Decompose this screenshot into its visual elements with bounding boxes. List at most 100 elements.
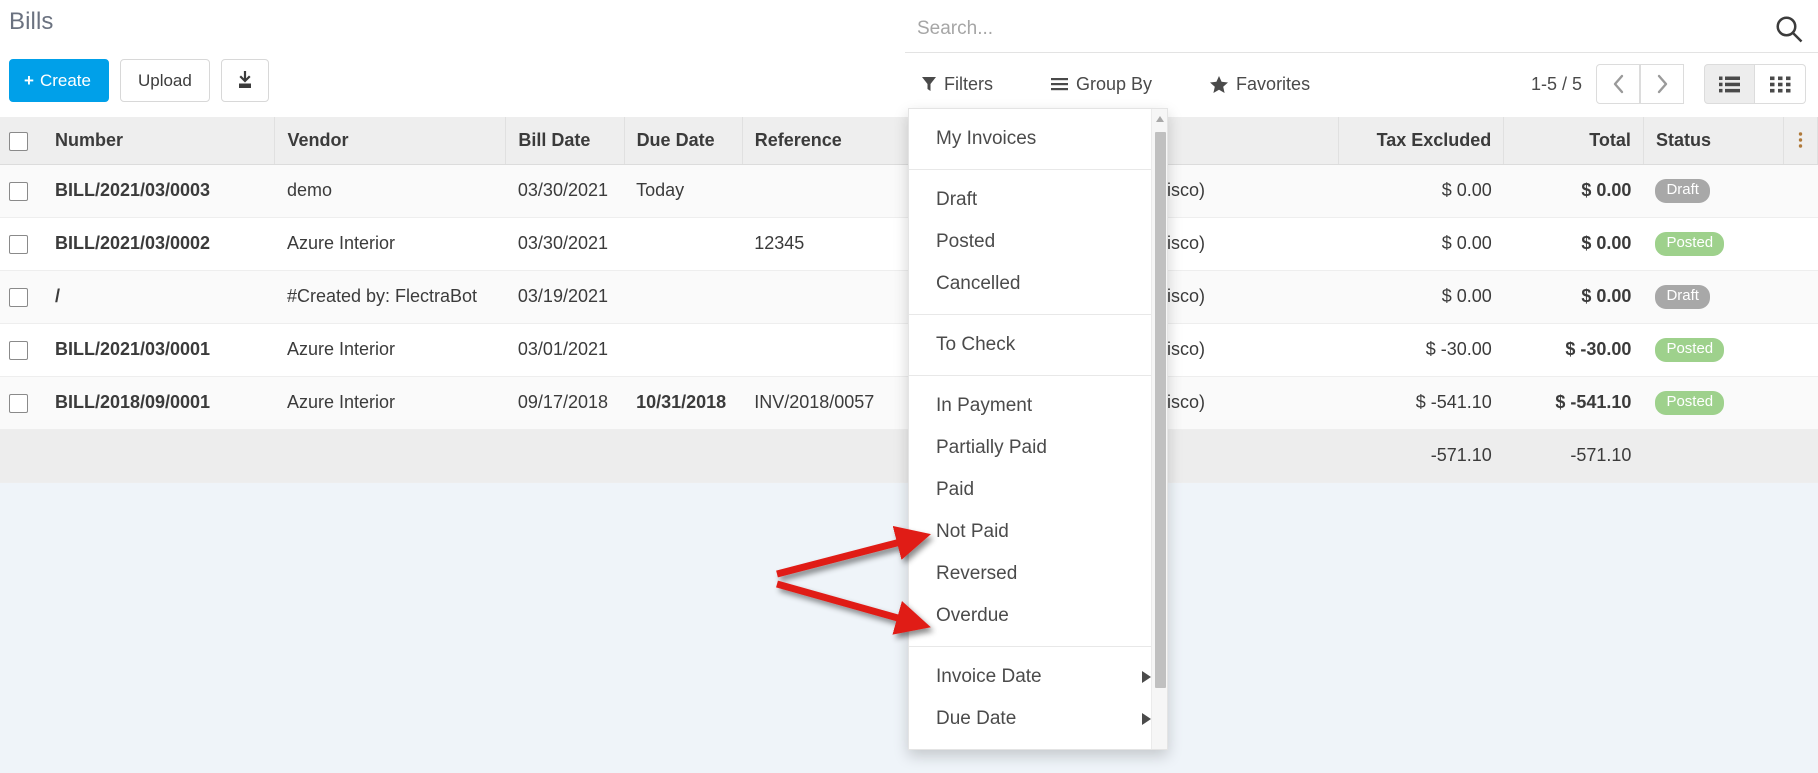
chevron-left-icon [1612, 74, 1625, 94]
filters-dropdown-groups: My Invoices Draft Posted Cancelled To Check I… [909, 109, 1167, 749]
chevron-right-icon [1142, 671, 1151, 683]
dropdown-item-label: Reversed [936, 563, 1017, 585]
column-header-tax-excluded[interactable]: Tax Excluded [1338, 117, 1503, 164]
dropdown-item-overdue[interactable]: Overdue [909, 595, 1167, 637]
cell-due-date: 10/31/2018 [624, 376, 742, 429]
pager-count: 1-5 / 5 [1531, 74, 1582, 95]
upload-button[interactable]: Upload [120, 59, 210, 102]
kanban-view-icon [1770, 76, 1791, 93]
cell-vendor: Azure Interior [275, 376, 506, 429]
pager-previous-button[interactable] [1596, 64, 1640, 104]
totals-select-cell [0, 429, 43, 482]
search-input[interactable] [905, 17, 1774, 41]
column-header-number[interactable]: Number [43, 117, 275, 164]
status-badge: Posted [1655, 338, 1724, 362]
cell-vendor: demo [275, 164, 506, 217]
dropdown-item-label: Draft [936, 189, 977, 211]
pager: 1-5 / 5 [1531, 64, 1818, 104]
dropdown-group: Invoice Date Due Date [909, 647, 1167, 749]
star-icon [1210, 76, 1228, 93]
kanban-view-button[interactable] [1755, 64, 1806, 104]
status-badge: Draft [1655, 179, 1710, 203]
cell-number: BILL/2021/03/0002 [43, 217, 275, 270]
cell-number: / [43, 270, 275, 323]
dropdown-item-invoice-date[interactable]: Invoice Date [909, 656, 1167, 698]
row-checkbox[interactable] [9, 341, 28, 360]
cell-tax-excluded: $ 0.00 [1338, 217, 1503, 270]
cell-bill-date: 09/17/2018 [506, 376, 624, 429]
favorites-dropdown-toggle[interactable]: Favorites [1200, 64, 1320, 104]
column-header-vendor[interactable]: Vendor [275, 117, 506, 164]
row-checkbox[interactable] [9, 394, 28, 413]
column-header-total[interactable]: Total [1504, 117, 1644, 164]
cell-options [1783, 323, 1817, 376]
cell-due-date [624, 217, 742, 270]
row-checkbox[interactable] [9, 235, 28, 254]
filters-dropdown-toggle[interactable]: Filters [912, 64, 1003, 104]
totals-tax-excluded: -571.10 [1338, 429, 1503, 482]
dropdown-item-label: Paid [936, 479, 974, 501]
view-switcher [1704, 64, 1806, 104]
list-view-button[interactable] [1704, 64, 1755, 104]
pager-next-button[interactable] [1640, 64, 1684, 104]
dropdown-scrollbar[interactable] [1151, 109, 1167, 749]
dropdown-item-label: Overdue [936, 605, 1009, 627]
dropdown-item-not-paid[interactable]: Not Paid [909, 511, 1167, 553]
row-checkbox[interactable] [9, 182, 28, 201]
filters-label: Filters [944, 74, 993, 95]
chevron-right-icon [1142, 713, 1151, 725]
cell-vendor: #Created by: FlectraBot [275, 270, 506, 323]
column-header-due-date[interactable]: Due Date [624, 117, 742, 164]
column-header-status[interactable]: Status [1643, 117, 1783, 164]
cell-tax-excluded: $ -30.00 [1338, 323, 1503, 376]
cell-status: Posted [1643, 323, 1783, 376]
cell-bill-date: 03/19/2021 [506, 270, 624, 323]
page-title: Bills [9, 8, 54, 36]
group-by-dropdown-toggle[interactable]: Group By [1041, 64, 1162, 104]
cell-bill-date: 03/01/2021 [506, 323, 624, 376]
status-badge: Posted [1655, 391, 1724, 415]
dropdown-item-cancelled[interactable]: Cancelled [909, 263, 1167, 305]
column-options-header[interactable] [1783, 117, 1817, 164]
row-select-cell [0, 376, 43, 429]
cell-options [1783, 164, 1817, 217]
cell-options [1783, 270, 1817, 323]
arrow-to-not-paid [777, 539, 912, 574]
dropdown-item-label: Partially Paid [936, 437, 1047, 459]
cell-options [1783, 217, 1817, 270]
dropdown-item-my-invoices[interactable]: My Invoices [909, 118, 1167, 160]
search-bar [905, 5, 1818, 53]
dropdown-item-paid[interactable]: Paid [909, 469, 1167, 511]
app-root: Bills +Create Upload [0, 0, 1818, 773]
create-button[interactable]: +Create [9, 59, 109, 102]
list-view-icon [1719, 76, 1740, 93]
group-by-label: Group By [1076, 74, 1152, 95]
dropdown-item-label: Due Date [936, 708, 1016, 730]
row-select-cell [0, 164, 43, 217]
dropdown-item-label: In Payment [936, 395, 1032, 417]
dropdown-item-due-date[interactable]: Due Date [909, 698, 1167, 740]
facet-bar: Filters Group By Favorites [905, 54, 1818, 114]
row-checkbox[interactable] [9, 288, 28, 307]
dropdown-item-draft[interactable]: Draft [909, 179, 1167, 221]
select-all-checkbox[interactable] [9, 132, 28, 151]
column-header-bill-date[interactable]: Bill Date [506, 117, 624, 164]
dropdown-item-to-check[interactable]: To Check [909, 324, 1167, 366]
download-button[interactable] [221, 59, 269, 102]
dropdown-item-in-payment[interactable]: In Payment [909, 385, 1167, 427]
cell-due-date [624, 323, 742, 376]
action-button-row: +Create Upload [9, 59, 269, 102]
dropdown-item-label: Invoice Date [936, 666, 1042, 688]
dropdown-item-partially-paid[interactable]: Partially Paid [909, 427, 1167, 469]
cell-due-date [624, 270, 742, 323]
dropdown-item-reversed[interactable]: Reversed [909, 553, 1167, 595]
cell-total: $ 0.00 [1504, 164, 1644, 217]
dropdown-item-label: Not Paid [936, 521, 1009, 543]
dropdown-group: Draft Posted Cancelled [909, 170, 1167, 315]
dropdown-item-label: Posted [936, 231, 995, 253]
scroll-up-arrow-icon[interactable] [1156, 116, 1164, 122]
select-all-header [0, 117, 43, 164]
search-icon[interactable] [1774, 14, 1804, 44]
dropdown-scrollbar-thumb[interactable] [1155, 132, 1166, 688]
dropdown-item-posted[interactable]: Posted [909, 221, 1167, 263]
